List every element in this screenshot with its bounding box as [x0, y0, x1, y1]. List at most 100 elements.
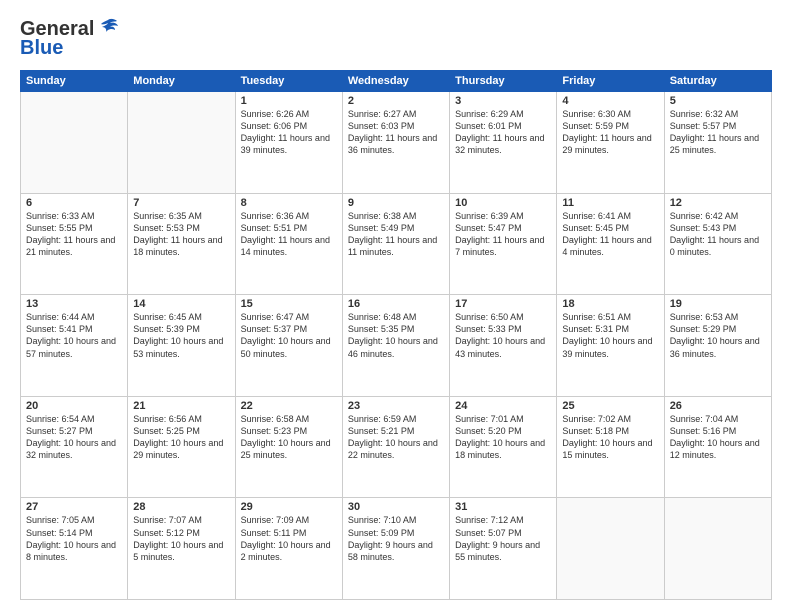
- day-info: Sunrise: 6:54 AM Sunset: 5:27 PM Dayligh…: [26, 413, 122, 462]
- calendar-cell: 4Sunrise: 6:30 AM Sunset: 5:59 PM Daylig…: [557, 92, 664, 194]
- day-info: Sunrise: 7:04 AM Sunset: 5:16 PM Dayligh…: [670, 413, 766, 462]
- day-number: 21: [133, 400, 229, 412]
- logo: General Blue: [20, 18, 119, 60]
- day-number: 30: [348, 501, 444, 513]
- day-number: 1: [241, 95, 337, 107]
- calendar-cell: 19Sunrise: 6:53 AM Sunset: 5:29 PM Dayli…: [664, 295, 771, 397]
- day-number: 19: [670, 298, 766, 310]
- calendar-cell: [664, 498, 771, 600]
- day-info: Sunrise: 6:35 AM Sunset: 5:53 PM Dayligh…: [133, 210, 229, 259]
- calendar-header-saturday: Saturday: [664, 71, 771, 92]
- day-number: 20: [26, 400, 122, 412]
- day-info: Sunrise: 6:38 AM Sunset: 5:49 PM Dayligh…: [348, 210, 444, 259]
- day-number: 28: [133, 501, 229, 513]
- calendar-cell: 26Sunrise: 7:04 AM Sunset: 5:16 PM Dayli…: [664, 396, 771, 498]
- day-number: 27: [26, 501, 122, 513]
- day-info: Sunrise: 6:48 AM Sunset: 5:35 PM Dayligh…: [348, 311, 444, 360]
- day-number: 26: [670, 400, 766, 412]
- calendar-table: SundayMondayTuesdayWednesdayThursdayFrid…: [20, 70, 772, 600]
- calendar-cell: 15Sunrise: 6:47 AM Sunset: 5:37 PM Dayli…: [235, 295, 342, 397]
- day-number: 12: [670, 197, 766, 209]
- day-number: 18: [562, 298, 658, 310]
- day-number: 17: [455, 298, 551, 310]
- logo-bird-icon: [97, 18, 119, 38]
- calendar-cell: 13Sunrise: 6:44 AM Sunset: 5:41 PM Dayli…: [21, 295, 128, 397]
- day-number: 29: [241, 501, 337, 513]
- day-info: Sunrise: 6:32 AM Sunset: 5:57 PM Dayligh…: [670, 108, 766, 157]
- calendar-week-row: 1Sunrise: 6:26 AM Sunset: 6:06 PM Daylig…: [21, 92, 772, 194]
- day-info: Sunrise: 6:47 AM Sunset: 5:37 PM Dayligh…: [241, 311, 337, 360]
- day-number: 6: [26, 197, 122, 209]
- day-number: 2: [348, 95, 444, 107]
- calendar-cell: 2Sunrise: 6:27 AM Sunset: 6:03 PM Daylig…: [342, 92, 449, 194]
- day-number: 13: [26, 298, 122, 310]
- calendar-cell: 28Sunrise: 7:07 AM Sunset: 5:12 PM Dayli…: [128, 498, 235, 600]
- calendar-cell: 3Sunrise: 6:29 AM Sunset: 6:01 PM Daylig…: [450, 92, 557, 194]
- day-info: Sunrise: 6:33 AM Sunset: 5:55 PM Dayligh…: [26, 210, 122, 259]
- calendar-cell: 1Sunrise: 6:26 AM Sunset: 6:06 PM Daylig…: [235, 92, 342, 194]
- calendar-cell: 21Sunrise: 6:56 AM Sunset: 5:25 PM Dayli…: [128, 396, 235, 498]
- calendar-week-row: 13Sunrise: 6:44 AM Sunset: 5:41 PM Dayli…: [21, 295, 772, 397]
- day-info: Sunrise: 7:12 AM Sunset: 5:07 PM Dayligh…: [455, 514, 551, 563]
- calendar-cell: 12Sunrise: 6:42 AM Sunset: 5:43 PM Dayli…: [664, 193, 771, 295]
- calendar-cell: 30Sunrise: 7:10 AM Sunset: 5:09 PM Dayli…: [342, 498, 449, 600]
- calendar-cell: [128, 92, 235, 194]
- day-info: Sunrise: 7:02 AM Sunset: 5:18 PM Dayligh…: [562, 413, 658, 462]
- calendar-cell: 8Sunrise: 6:36 AM Sunset: 5:51 PM Daylig…: [235, 193, 342, 295]
- day-number: 14: [133, 298, 229, 310]
- day-number: 25: [562, 400, 658, 412]
- calendar-header-row: SundayMondayTuesdayWednesdayThursdayFrid…: [21, 71, 772, 92]
- header: General Blue: [20, 18, 772, 60]
- day-number: 9: [348, 197, 444, 209]
- day-number: 3: [455, 95, 551, 107]
- logo-blue: Blue: [20, 37, 63, 60]
- day-number: 15: [241, 298, 337, 310]
- calendar-cell: 10Sunrise: 6:39 AM Sunset: 5:47 PM Dayli…: [450, 193, 557, 295]
- day-info: Sunrise: 6:53 AM Sunset: 5:29 PM Dayligh…: [670, 311, 766, 360]
- day-number: 24: [455, 400, 551, 412]
- calendar-cell: 9Sunrise: 6:38 AM Sunset: 5:49 PM Daylig…: [342, 193, 449, 295]
- day-number: 11: [562, 197, 658, 209]
- day-number: 8: [241, 197, 337, 209]
- calendar-header-monday: Monday: [128, 71, 235, 92]
- calendar-cell: 20Sunrise: 6:54 AM Sunset: 5:27 PM Dayli…: [21, 396, 128, 498]
- day-info: Sunrise: 7:05 AM Sunset: 5:14 PM Dayligh…: [26, 514, 122, 563]
- day-info: Sunrise: 6:56 AM Sunset: 5:25 PM Dayligh…: [133, 413, 229, 462]
- day-info: Sunrise: 6:51 AM Sunset: 5:31 PM Dayligh…: [562, 311, 658, 360]
- day-info: Sunrise: 6:36 AM Sunset: 5:51 PM Dayligh…: [241, 210, 337, 259]
- day-number: 31: [455, 501, 551, 513]
- day-info: Sunrise: 6:42 AM Sunset: 5:43 PM Dayligh…: [670, 210, 766, 259]
- calendar-cell: 18Sunrise: 6:51 AM Sunset: 5:31 PM Dayli…: [557, 295, 664, 397]
- day-number: 23: [348, 400, 444, 412]
- calendar-header-thursday: Thursday: [450, 71, 557, 92]
- day-number: 22: [241, 400, 337, 412]
- calendar-cell: 23Sunrise: 6:59 AM Sunset: 5:21 PM Dayli…: [342, 396, 449, 498]
- day-info: Sunrise: 6:45 AM Sunset: 5:39 PM Dayligh…: [133, 311, 229, 360]
- day-number: 4: [562, 95, 658, 107]
- day-info: Sunrise: 6:44 AM Sunset: 5:41 PM Dayligh…: [26, 311, 122, 360]
- calendar-week-row: 27Sunrise: 7:05 AM Sunset: 5:14 PM Dayli…: [21, 498, 772, 600]
- day-info: Sunrise: 6:41 AM Sunset: 5:45 PM Dayligh…: [562, 210, 658, 259]
- day-info: Sunrise: 7:07 AM Sunset: 5:12 PM Dayligh…: [133, 514, 229, 563]
- day-number: 5: [670, 95, 766, 107]
- calendar-cell: 25Sunrise: 7:02 AM Sunset: 5:18 PM Dayli…: [557, 396, 664, 498]
- calendar-cell: [557, 498, 664, 600]
- calendar-header-wednesday: Wednesday: [342, 71, 449, 92]
- page: General Blue SundayMondayTuesdayWednesda…: [0, 0, 792, 612]
- day-number: 16: [348, 298, 444, 310]
- day-number: 7: [133, 197, 229, 209]
- day-info: Sunrise: 6:59 AM Sunset: 5:21 PM Dayligh…: [348, 413, 444, 462]
- calendar-cell: 16Sunrise: 6:48 AM Sunset: 5:35 PM Dayli…: [342, 295, 449, 397]
- calendar-header-tuesday: Tuesday: [235, 71, 342, 92]
- calendar-week-row: 20Sunrise: 6:54 AM Sunset: 5:27 PM Dayli…: [21, 396, 772, 498]
- day-info: Sunrise: 7:09 AM Sunset: 5:11 PM Dayligh…: [241, 514, 337, 563]
- calendar-cell: 17Sunrise: 6:50 AM Sunset: 5:33 PM Dayli…: [450, 295, 557, 397]
- calendar-cell: 22Sunrise: 6:58 AM Sunset: 5:23 PM Dayli…: [235, 396, 342, 498]
- day-info: Sunrise: 6:39 AM Sunset: 5:47 PM Dayligh…: [455, 210, 551, 259]
- calendar-cell: 31Sunrise: 7:12 AM Sunset: 5:07 PM Dayli…: [450, 498, 557, 600]
- day-info: Sunrise: 6:58 AM Sunset: 5:23 PM Dayligh…: [241, 413, 337, 462]
- day-info: Sunrise: 6:30 AM Sunset: 5:59 PM Dayligh…: [562, 108, 658, 157]
- calendar-cell: [21, 92, 128, 194]
- calendar-cell: 11Sunrise: 6:41 AM Sunset: 5:45 PM Dayli…: [557, 193, 664, 295]
- calendar-cell: 29Sunrise: 7:09 AM Sunset: 5:11 PM Dayli…: [235, 498, 342, 600]
